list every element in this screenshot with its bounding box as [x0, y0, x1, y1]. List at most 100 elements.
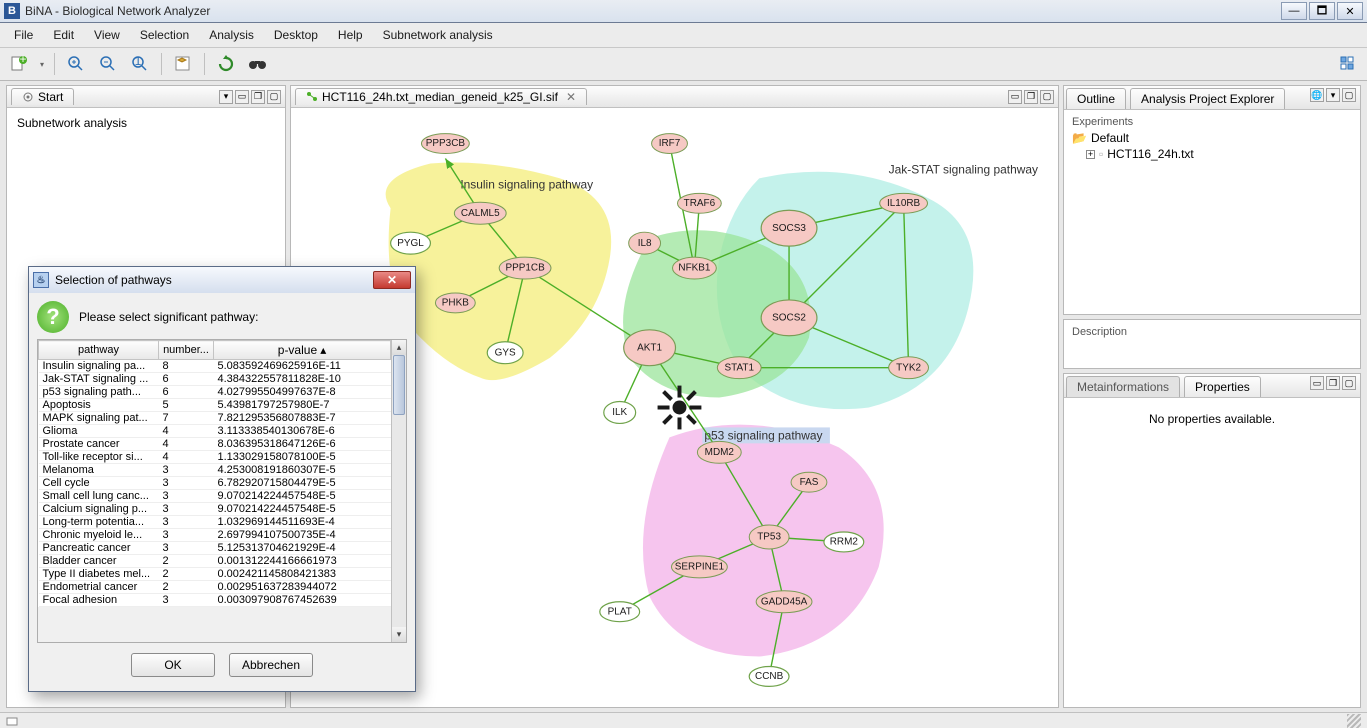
table-row[interactable]: MAPK signaling pat...77.821295356807883E… [39, 412, 391, 425]
table-row[interactable]: p53 signaling path...64.027995504997637E… [39, 386, 391, 399]
table-row[interactable]: Insulin signaling pa...85.08359246962591… [39, 360, 391, 373]
scroll-up-icon[interactable]: ▴ [392, 340, 406, 355]
scrollbar-thumb[interactable] [393, 355, 405, 415]
node-gadd45a[interactable]: GADD45A [756, 591, 812, 613]
node-traf6[interactable]: TRAF6 [677, 193, 721, 213]
pathway-table-body[interactable]: Insulin signaling pa...85.08359246962591… [39, 360, 391, 607]
menu-selection[interactable]: Selection [132, 25, 197, 45]
layers-button[interactable] [172, 53, 194, 75]
metainformations-tab[interactable]: Metainformations [1066, 376, 1180, 397]
table-row[interactable]: Jak-STAT signaling ...64.384322557811828… [39, 373, 391, 386]
node-socs3[interactable]: SOCS3 [761, 210, 817, 246]
panel-close-button[interactable]: ▢ [267, 90, 281, 104]
layout-toggle-button[interactable] [1337, 53, 1359, 75]
menu-desktop[interactable]: Desktop [266, 25, 326, 45]
menu-analysis[interactable]: Analysis [201, 25, 262, 45]
properties-close[interactable]: ▢ [1342, 376, 1356, 390]
node-gys[interactable]: GYS [487, 342, 523, 364]
table-row[interactable]: Cell cycle36.782920715804479E-5 [39, 477, 391, 490]
scroll-down-icon[interactable]: ▾ [392, 627, 406, 642]
node-il8[interactable]: IL8 [629, 232, 661, 254]
node-calml5[interactable]: CALML5 [454, 202, 506, 224]
node-ppp1cb[interactable]: PPP1CB [499, 257, 551, 279]
node-stat1[interactable]: STAT1 [717, 357, 761, 379]
zoom-fit-button[interactable]: 1 [129, 53, 151, 75]
refresh-button[interactable] [215, 53, 237, 75]
graph-tab[interactable]: HCT116_24h.txt_median_geneid_k25_GI.sif … [295, 88, 587, 105]
graph-tab-close-icon[interactable]: ✕ [566, 90, 576, 104]
node-akt1[interactable]: AKT1 [624, 330, 676, 366]
window-maximize-button[interactable]: 🗖 [1309, 2, 1335, 20]
graph-panel-restore[interactable]: ❐ [1024, 90, 1038, 104]
cancel-button[interactable]: Abbrechen [229, 653, 313, 677]
table-row[interactable]: Long-term potentia...31.032969144511693E… [39, 516, 391, 529]
node-nfkb1[interactable]: NFKB1 [673, 257, 717, 279]
node-fas[interactable]: FAS [791, 472, 827, 492]
ok-button[interactable]: OK [131, 653, 215, 677]
table-row[interactable]: Focal adhesion30.003097908767452639 [39, 594, 391, 607]
start-tab[interactable]: Start [11, 88, 74, 105]
panel-minimize-button[interactable]: ▭ [235, 90, 249, 104]
node-ilk[interactable]: ILK [604, 402, 636, 424]
table-row[interactable]: Calcium signaling p...39.070214224457548… [39, 503, 391, 516]
menu-help[interactable]: Help [330, 25, 371, 45]
menu-subnetwork-analysis[interactable]: Subnetwork analysis [375, 25, 501, 45]
explorer-close-icon[interactable]: ▢ [1342, 88, 1356, 102]
table-row[interactable]: Chronic myeloid le...32.697994107500735E… [39, 529, 391, 542]
search-button[interactable] [247, 53, 269, 75]
pathway-table[interactable]: pathway number... p-value ▴ Insulin sign… [38, 340, 391, 607]
table-row[interactable]: Type II diabetes mel...20.00242114580842… [39, 568, 391, 581]
table-scrollbar[interactable]: ▴ ▾ [391, 340, 406, 642]
node-tp53[interactable]: TP53 [749, 525, 789, 549]
menu-edit[interactable]: Edit [45, 25, 82, 45]
node-plat[interactable]: PLAT [600, 602, 640, 622]
properties-tab[interactable]: Properties [1184, 376, 1261, 397]
window-minimize-button[interactable]: — [1281, 2, 1307, 20]
node-ccnb[interactable]: CCNB [749, 666, 789, 686]
table-row[interactable]: Apoptosis55.43981797257980E-7 [39, 399, 391, 412]
analysis-project-explorer-tab[interactable]: Analysis Project Explorer [1130, 88, 1285, 109]
node-phkb[interactable]: PHKB [435, 293, 475, 313]
table-row[interactable]: Endometrial cancer20.002951637283944072 [39, 581, 391, 594]
dialog-close-button[interactable]: ✕ [373, 271, 411, 289]
node-rrm2[interactable]: RRM2 [824, 532, 864, 552]
new-button[interactable]: + [8, 53, 30, 75]
col-number[interactable]: number... [159, 341, 214, 360]
menu-file[interactable]: File [6, 25, 41, 45]
graph-panel-minimize[interactable]: ▭ [1008, 90, 1022, 104]
node-socs2[interactable]: SOCS2 [761, 300, 817, 336]
col-pvalue[interactable]: p-value ▴ [214, 341, 391, 360]
zoom-in-button[interactable] [65, 53, 87, 75]
outline-tab[interactable]: Outline [1066, 88, 1126, 109]
graph-panel-close[interactable]: ▢ [1040, 90, 1054, 104]
node-ppp3cb[interactable]: PPP3CB [421, 134, 469, 154]
panel-filter-icon[interactable]: ▾ [219, 90, 233, 104]
node-pygl[interactable]: PYGL [391, 232, 431, 254]
panel-restore-button[interactable]: ❐ [251, 90, 265, 104]
table-row[interactable]: Bladder cancer20.001312244166661973 [39, 555, 391, 568]
table-row[interactable]: Pancreatic cancer35.125313704621929E-4 [39, 542, 391, 555]
table-row[interactable]: Prostate cancer48.036395318647126E-6 [39, 438, 391, 451]
zoom-out-button[interactable] [97, 53, 119, 75]
node-tyk2[interactable]: TYK2 [889, 357, 929, 379]
tree-expand-icon[interactable]: + [1086, 150, 1095, 159]
tree-root[interactable]: 📂 Default [1072, 130, 1352, 146]
col-pathway[interactable]: pathway [39, 341, 159, 360]
properties-minimize[interactable]: ▭ [1310, 376, 1324, 390]
node-mdm2[interactable]: MDM2 [697, 441, 741, 463]
window-close-button[interactable]: ✕ [1337, 2, 1363, 20]
resize-grip-icon[interactable] [1347, 714, 1361, 728]
explorer-globe-icon[interactable]: 🌐 [1310, 88, 1324, 102]
menu-view[interactable]: View [86, 25, 128, 45]
properties-restore[interactable]: ❐ [1326, 376, 1340, 390]
node-serpine1[interactable]: SERPINE1 [672, 556, 728, 578]
table-row[interactable]: Glioma43.113338540130678E-6 [39, 425, 391, 438]
table-row[interactable]: Melanoma34.253008191860307E-5 [39, 464, 391, 477]
explorer-menu-icon[interactable]: ▾ [1326, 88, 1340, 102]
table-row[interactable]: Toll-like receptor si...41.1330291580781… [39, 451, 391, 464]
node-irf7[interactable]: IRF7 [652, 134, 688, 154]
cluster-p53-label: p53 signaling pathway [704, 428, 822, 442]
table-row[interactable]: Small cell lung canc...39.07021422445754… [39, 490, 391, 503]
tree-child[interactable]: + ▫ HCT116_24h.txt [1072, 146, 1352, 162]
node-il10rb[interactable]: IL10RB [880, 193, 928, 213]
